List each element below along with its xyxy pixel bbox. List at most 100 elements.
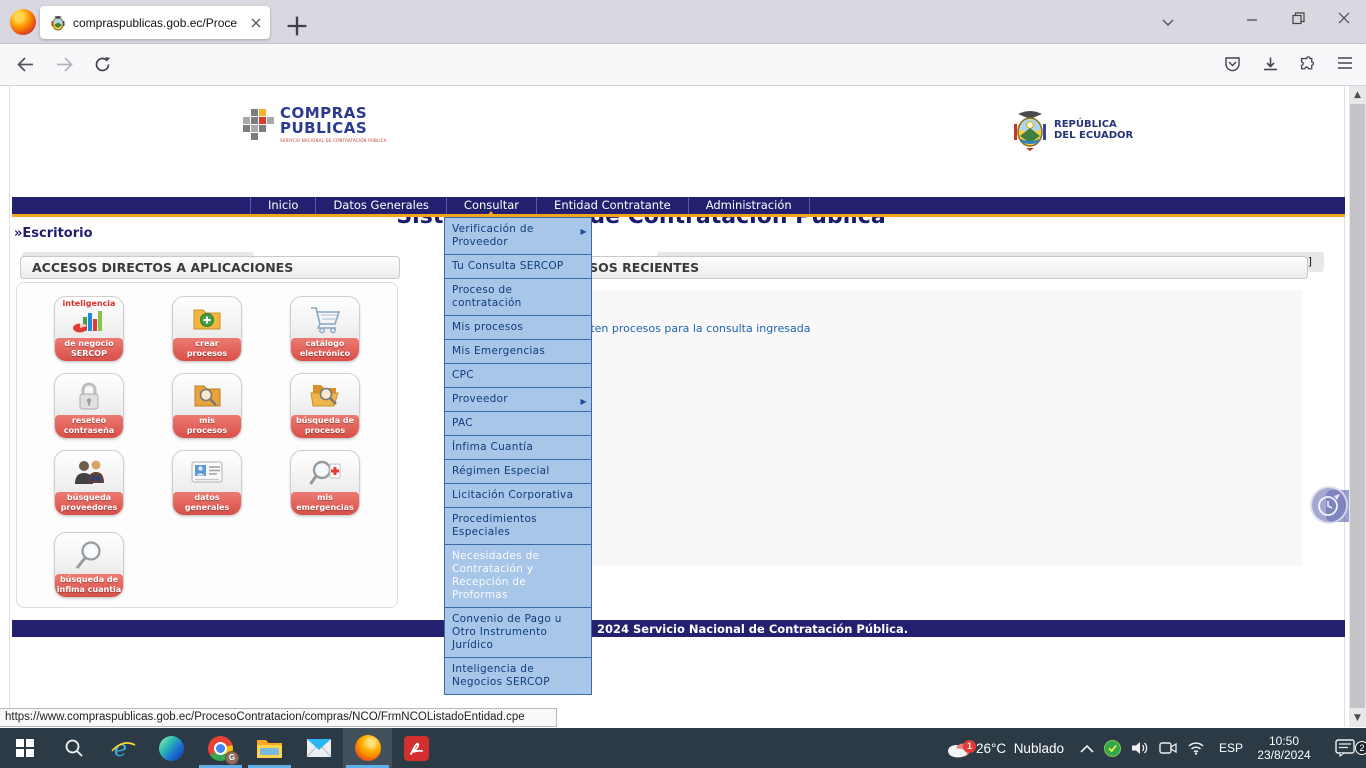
pocket-icon[interactable]: [1224, 56, 1241, 73]
start-button[interactable]: [0, 728, 49, 768]
taskbar-icons: e G: [0, 728, 441, 768]
weather-text[interactable]: 26°C Nublado: [976, 741, 1064, 756]
nav-item-datos-generales[interactable]: Datos Generales: [316, 197, 446, 214]
windows-logo-icon: [16, 739, 34, 757]
list-tabs-chevron-icon[interactable]: [1161, 15, 1175, 29]
forward-icon[interactable]: [56, 56, 74, 73]
app-tile-crear-procesos[interactable]: crear procesos: [172, 296, 242, 362]
file-explorer-icon: [256, 737, 283, 759]
weather-widget[interactable]: 1: [946, 738, 972, 758]
taskbar-acrobat[interactable]: [392, 728, 441, 768]
taskbar-search-button[interactable]: [49, 728, 98, 768]
app-tile-inteligencia-negocios[interactable]: inteligencia de negocio SERCOP: [54, 296, 124, 362]
magnifier-icon: [55, 540, 123, 572]
downloads-icon[interactable]: [1262, 56, 1279, 73]
taskbar-mail[interactable]: [294, 728, 343, 768]
menu-item-mis-emergencias[interactable]: Mis Emergencias: [445, 340, 591, 364]
menu-item-procedimientos-especiales[interactable]: Procedimientos Especiales: [445, 508, 591, 545]
menu-item-label: CPC: [452, 369, 474, 381]
action-center-button[interactable]: 2: [1324, 739, 1366, 757]
meet-now-tray-icon[interactable]: [1154, 741, 1182, 755]
navbar-gold-underline: [12, 214, 1345, 217]
republica-ecuador-logo: REPÚBLICA DEL ECUADOR: [1012, 108, 1133, 152]
app-tile-busqueda-infima-cuantia[interactable]: búsqueda de infima cuantia: [54, 532, 124, 598]
taskbar-clock[interactable]: 10:50 23/8/2024: [1252, 734, 1316, 762]
taskbar-internet-explorer[interactable]: e: [98, 728, 147, 768]
taskbar-firefox[interactable]: [343, 728, 392, 768]
menu-item-proceso-contratacion[interactable]: Proceso de contratación: [445, 279, 591, 316]
main-navbar: Inicio Datos Generales Consultar Entidad…: [12, 197, 1345, 214]
menu-item-licitacion-corporativa[interactable]: Licitación Corporativa: [445, 484, 591, 508]
search-medical-icon: [291, 458, 359, 490]
firefox-app-icon[interactable]: [10, 9, 36, 35]
floating-clock-widget[interactable]: [1310, 486, 1348, 524]
back-icon[interactable]: [16, 56, 34, 73]
app-tile-label: crear procesos: [173, 338, 241, 361]
menu-item-necesidades-contratacion[interactable]: Necesidades de Contratación y Recepción …: [445, 545, 591, 608]
webpage: COMPRAS PUBLICAS SERVICIO NACIONAL DE CO…: [0, 86, 1349, 727]
nav-item-consultar[interactable]: Consultar: [447, 197, 537, 214]
new-tab-button[interactable]: [286, 15, 308, 37]
volume-tray-icon[interactable]: [1126, 740, 1154, 756]
acrobat-icon: [404, 736, 429, 761]
antivirus-tray-icon[interactable]: [1100, 740, 1126, 757]
status-link-preview: https://www.compraspublicas.gob.ec/Proce…: [0, 708, 557, 727]
chrome-profile-badge: G: [225, 751, 239, 765]
menu-item-infima-cuantia[interactable]: Ínfima Cuantía: [445, 436, 591, 460]
menu-item-verificacion-proveedor[interactable]: Verificación de Proveedor▶: [445, 218, 591, 255]
nav-item-entidad-contratante[interactable]: Entidad Contratante: [537, 197, 689, 214]
reload-icon[interactable]: [94, 56, 111, 73]
app-tile-reseteo-contrasena[interactable]: reseteo contraseña: [54, 373, 124, 439]
app-tile-mis-procesos[interactable]: mis procesos: [172, 373, 242, 439]
close-button[interactable]: [1321, 12, 1366, 32]
clock-icon: [1316, 492, 1342, 518]
nav-item-administracion[interactable]: Administración: [689, 197, 810, 214]
menu-item-label: Procedimientos Especiales: [452, 513, 537, 538]
menu-item-inteligencia-negocios[interactable]: Inteligencia de Negocios SERCOP: [445, 658, 591, 694]
browser-toolbar: https://www.compraspublicas.gob.ec/Proce…: [0, 44, 1366, 86]
menu-item-proveedor[interactable]: Proveedor▶: [445, 388, 591, 412]
menu-item-convenio-pago[interactable]: Convenio de Pago u Otro Instrumento Jurí…: [445, 608, 591, 658]
weather-condition: Nublado: [1014, 741, 1064, 756]
restore-button[interactable]: [1275, 12, 1321, 32]
vertical-scrollbar[interactable]: ▲ ▼: [1349, 86, 1366, 727]
tray-overflow-button[interactable]: [1074, 744, 1100, 753]
menu-item-regimen-especial[interactable]: Régimen Especial: [445, 460, 591, 484]
taskbar-chrome[interactable]: G: [196, 728, 245, 768]
ecuador-crest-icon: [1012, 108, 1048, 152]
minimize-button[interactable]: [1229, 12, 1275, 32]
scroll-down-icon[interactable]: ▼: [1349, 713, 1366, 723]
browser-tab[interactable]: compraspublicas.gob.ec/Proce: [40, 6, 270, 39]
app-tile-datos-generales[interactable]: datos generales: [172, 450, 242, 516]
consultar-dropdown-menu: Verificación de Proveedor▶ Tu Consulta S…: [444, 217, 592, 695]
menu-item-label: Necesidades de Contratación y Recepción …: [452, 550, 539, 601]
taskbar-edge[interactable]: [147, 728, 196, 768]
antivirus-shield-icon: [1104, 740, 1121, 757]
search-icon: [64, 738, 84, 758]
internet-explorer-icon: e: [110, 735, 136, 761]
folder-search-icon: [173, 381, 241, 411]
wifi-tray-icon[interactable]: [1182, 741, 1210, 755]
scrollbar-thumb[interactable]: [1350, 104, 1365, 708]
menu-hamburger-icon[interactable]: [1337, 56, 1353, 70]
menu-item-tu-consulta-sercop[interactable]: Tu Consulta SERCOP: [445, 255, 591, 279]
app-tile-busqueda-proveedores[interactable]: búsqueda proveedores: [54, 450, 124, 516]
scroll-up-icon[interactable]: ▲: [1349, 90, 1366, 100]
app-tile-catalogo-electronico[interactable]: catálogo electrónico: [290, 296, 360, 362]
app-tile-mis-emergencias[interactable]: mis emergencias: [290, 450, 360, 516]
app-tile-label: búsqueda proveedores: [55, 492, 123, 515]
language-indicator[interactable]: ESP: [1219, 741, 1243, 755]
taskbar-file-explorer[interactable]: [245, 728, 294, 768]
menu-item-pac[interactable]: PAC: [445, 412, 591, 436]
app-tile-busqueda-procesos[interactable]: búsqueda de procesos: [290, 373, 360, 439]
extensions-puzzle-icon[interactable]: [1299, 56, 1317, 73]
menu-item-cpc[interactable]: CPC: [445, 364, 591, 388]
menu-item-label: PAC: [452, 417, 473, 429]
menu-item-label: Proceso de contratación: [452, 284, 522, 309]
id-card-icon: [173, 458, 241, 488]
menu-item-mis-procesos[interactable]: Mis procesos: [445, 316, 591, 340]
compras-publicas-logo: COMPRAS PUBLICAS SERVICIO NACIONAL DE CO…: [243, 106, 387, 143]
tab-close-icon[interactable]: [250, 17, 262, 29]
nav-item-inicio[interactable]: Inicio: [250, 197, 316, 214]
bar-chart-icon: [55, 309, 123, 335]
